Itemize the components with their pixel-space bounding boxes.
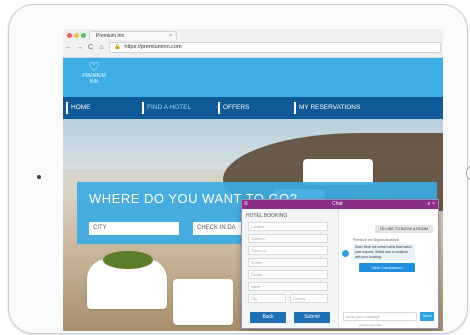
booking-panel: HOTEL BOOKING Location Check-in Check-ou… [242, 209, 339, 328]
menu-icon[interactable]: ≡ [244, 200, 248, 209]
nav-find-hotel[interactable]: FIND A HOTEL [139, 97, 215, 119]
home-icon[interactable]: ⌂ [98, 44, 105, 51]
site-header: ♡ PREMIUM INN [63, 58, 443, 97]
booking-field[interactable]: Guests [248, 270, 328, 279]
screen: Premium Inn × ← → C ⌂ 🔒 https://premiumi… [63, 29, 443, 331]
heart-logo-icon: ♡ [88, 60, 100, 74]
chat-titlebar[interactable]: ≡ Chat ∨ × [242, 200, 438, 209]
logo-line2: INN [89, 79, 99, 85]
front-camera [37, 175, 41, 179]
address-bar[interactable]: 🔒 https://premiuminn.com [109, 42, 441, 53]
lock-icon: 🔒 [114, 44, 121, 50]
back-icon[interactable]: ← [65, 44, 72, 51]
send-button[interactable]: Send [420, 312, 434, 321]
nav-home[interactable]: HOME [63, 97, 139, 119]
city-input[interactable]: CITY [89, 222, 179, 235]
booking-field[interactable]: City [248, 294, 286, 303]
nav-offers[interactable]: OFFERS [215, 97, 291, 119]
maximize-window-dot[interactable] [81, 33, 86, 38]
chat-message-input[interactable]: Write your message [343, 312, 417, 321]
site-nav: HOME FIND A HOTEL OFFERS MY RESERVATIONS [63, 97, 443, 119]
chat-footer: powered by chat [359, 323, 382, 327]
booking-field[interactable]: Check-out [248, 246, 328, 255]
browser-tab[interactable]: Premium Inn × [89, 31, 177, 40]
home-button[interactable] [466, 165, 470, 181]
back-button[interactable]: Back [250, 312, 286, 323]
minimize-window-dot[interactable] [74, 33, 79, 38]
agent-label: Premium Inn Digital Assistant [353, 238, 399, 242]
forward-icon[interactable]: → [76, 44, 83, 51]
window-controls [67, 33, 86, 38]
user-message: I'D LIKE TO BOOK A ROOM [375, 225, 433, 233]
booking-field[interactable]: Name [248, 282, 328, 291]
booking-field[interactable]: Location [248, 222, 328, 231]
booking-field[interactable]: Check-in [248, 234, 328, 243]
chat-window: ≡ Chat ∨ × HOTEL BOOKING Location Check-… [241, 199, 439, 329]
view-comparison-button[interactable]: View Comparison [359, 263, 415, 272]
browser-toolbar: ← → C ⌂ 🔒 https://premiuminn.com [65, 42, 441, 53]
checkin-input[interactable]: CHECK IN DA [193, 222, 241, 235]
chat-pane: I'D LIKE TO BOOK A ROOM Premium Inn Digi… [339, 209, 438, 328]
site-logo[interactable]: ♡ PREMIUM INN [73, 61, 115, 85]
close-window-dot[interactable] [67, 33, 72, 38]
chat-window-controls[interactable]: ∨ × [427, 200, 435, 209]
booking-field[interactable]: Country [290, 294, 328, 303]
chat-title: Chat [332, 201, 343, 207]
tab-title: Premium Inn [96, 33, 125, 39]
reload-icon[interactable]: C [87, 44, 94, 51]
url-text: https://premiuminn.com [124, 44, 182, 50]
agent-message: Sure! Here are some hotels that match yo… [353, 244, 415, 260]
nav-my-reservations[interactable]: MY RESERVATIONS [291, 97, 401, 119]
browser-chrome: Premium Inn × ← → C ⌂ 🔒 https://premiumi… [63, 29, 443, 58]
booking-title: HOTEL BOOKING [246, 213, 288, 219]
tab-close-icon[interactable]: × [169, 32, 172, 41]
building-shape [173, 279, 233, 325]
booking-field[interactable]: Rooms [248, 258, 328, 267]
submit-button[interactable]: Submit [294, 312, 330, 323]
bush-shape [103, 251, 153, 269]
agent-avatar [342, 250, 349, 257]
tablet-frame: Premium Inn × ← → C ⌂ 🔒 https://premiumi… [8, 4, 470, 334]
